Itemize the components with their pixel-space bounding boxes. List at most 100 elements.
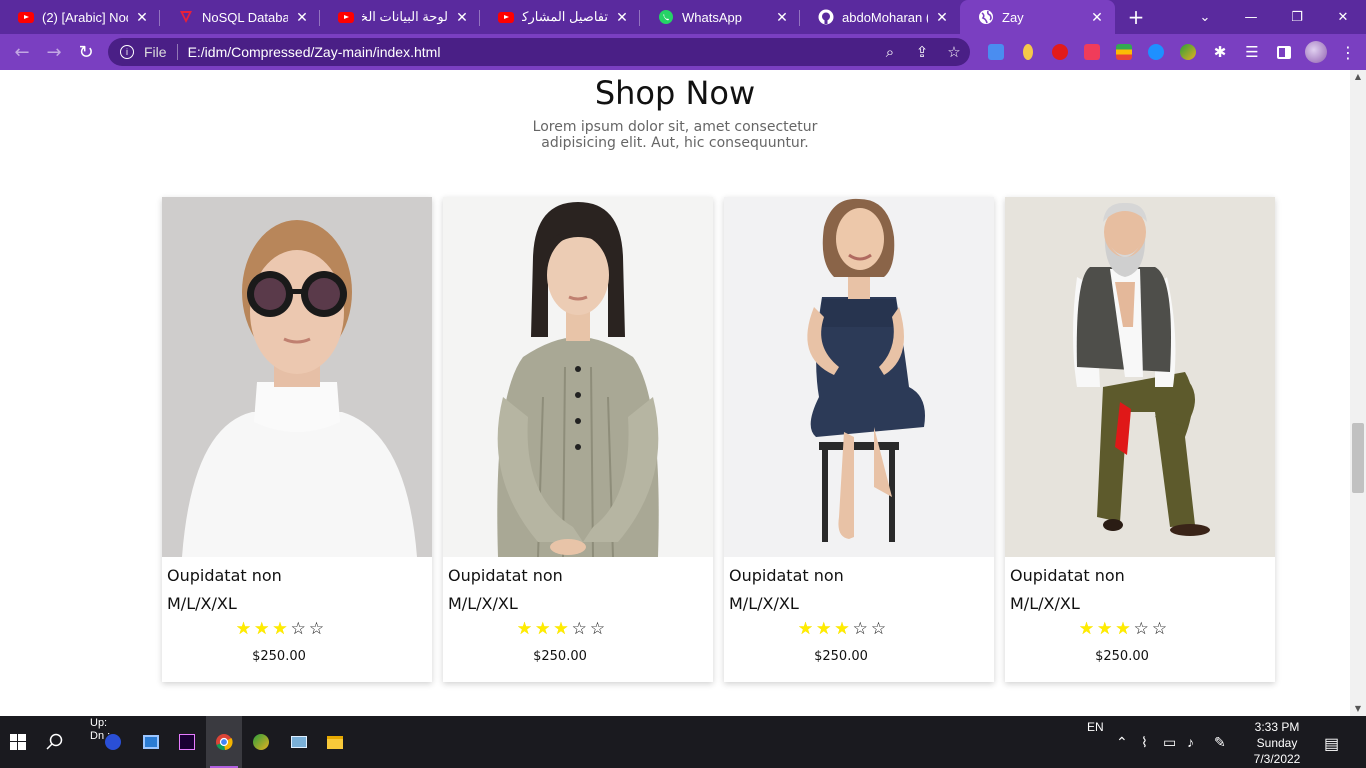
close-icon[interactable]: ✕ [774, 9, 790, 26]
volume-icon[interactable]: ♪ [1187, 734, 1194, 750]
search-icon[interactable] [38, 716, 72, 768]
product-name[interactable]: Oupidatat non [1010, 566, 1125, 585]
reload-button[interactable]: ↻ [70, 36, 102, 68]
rating-stars: ★ ★ ★ ☆ ☆ [1005, 621, 1275, 638]
taskbar-app-vpn-icon[interactable] [98, 716, 128, 768]
play-extension-icon[interactable] [1140, 34, 1172, 70]
scrollbar-thumb[interactable] [1352, 423, 1364, 493]
tab-youtube-node[interactable]: (2) [Arabic] Node ✕ [0, 0, 160, 34]
star-filled-icon: ★ [816, 619, 832, 639]
chevron-up-icon[interactable]: ⌃ [1116, 734, 1128, 751]
menu-kebab-icon[interactable]: ⋮ [1332, 34, 1364, 70]
taskbar-app-remote-desktop-icon[interactable] [284, 716, 314, 768]
product-image-woman-denim-dress[interactable] [724, 197, 994, 557]
side-panel-icon[interactable] [1268, 34, 1300, 70]
star-filled-icon: ★ [516, 619, 533, 639]
product-grid: Oupidatat non M/L/X/XL ★ ★ ★ ☆ ☆ $250.00 [162, 197, 1275, 682]
taskbar-app-outlook-icon[interactable] [136, 716, 166, 768]
product-sizes: M/L/X/XL [167, 594, 237, 613]
tab-title: abdoMoharan (al [842, 9, 928, 25]
close-icon[interactable]: ✕ [1089, 9, 1105, 26]
zoom-icon[interactable]: ⌕ [874, 44, 906, 61]
globe-icon [978, 9, 994, 25]
close-icon[interactable]: ✕ [934, 9, 950, 26]
product-price: $250.00 [814, 649, 868, 664]
star-filled-icon: ★ [1115, 619, 1131, 639]
profile-avatar[interactable] [1300, 34, 1332, 70]
honey-extension-icon[interactable] [1012, 34, 1044, 70]
taskbar-app-file-explorer-icon[interactable] [320, 716, 350, 768]
product-price: $250.00 [1095, 649, 1149, 664]
product-sizes: M/L/X/XL [1010, 594, 1080, 613]
info-icon[interactable]: i [120, 45, 134, 59]
battery-icon[interactable]: ▭ [1163, 734, 1176, 751]
tab-dashboard[interactable]: لوحة البيانات الخاص ✕ [320, 0, 480, 34]
system-clock[interactable]: 3:33 PM Sunday 7/3/2022 [1242, 719, 1312, 767]
forward-button[interactable]: → [38, 36, 70, 68]
product-image-woman-grey-dress[interactable] [443, 197, 713, 557]
product-name[interactable]: Oupidatat non [448, 566, 563, 585]
restore-button[interactable]: ❐ [1274, 0, 1320, 34]
page-scrollbar[interactable]: ▲ ▼ [1350, 70, 1366, 716]
scroll-up-arrow-icon[interactable]: ▲ [1350, 70, 1366, 84]
taskbar-app-premiere-icon[interactable] [172, 716, 202, 768]
puzzle-extensions-icon[interactable]: ✱ [1204, 34, 1236, 70]
close-icon[interactable]: ✕ [134, 9, 150, 26]
grid-extension-icon[interactable] [1076, 34, 1108, 70]
tab-nosql[interactable]: NoSQL Databases ✕ [160, 0, 320, 34]
tab-title: NoSQL Databases [202, 9, 288, 25]
taskbar-app-chrome-icon[interactable] [206, 716, 242, 768]
chevron-down-icon[interactable]: ⌄ [1182, 0, 1228, 34]
product-card[interactable]: Oupidatat non M/L/X/XL ★ ★ ★ ☆ ☆ $250.00 [443, 197, 713, 682]
url-text[interactable]: E:/idm/Compressed/Zay-main/index.html [188, 44, 874, 60]
star-empty-icon: ☆ [1151, 619, 1168, 639]
star-empty-icon: ☆ [589, 619, 606, 639]
star-filled-icon: ★ [535, 619, 551, 639]
windows-start-button[interactable] [0, 716, 36, 768]
product-card[interactable]: Oupidatat non M/L/X/XL ★ ★ ★ ☆ ☆ $250.00 [1005, 197, 1275, 682]
adblock-extension-icon[interactable] [1044, 34, 1076, 70]
notification-icon[interactable]: ▤ [1324, 734, 1339, 754]
address-bar[interactable]: i File E:/idm/Compressed/Zay-main/index.… [108, 38, 970, 66]
media-playlist-icon[interactable]: ☰ [1236, 34, 1268, 70]
star-empty-icon: ☆ [852, 619, 868, 639]
product-card[interactable]: Oupidatat non M/L/X/XL ★ ★ ★ ☆ ☆ $250.00 [724, 197, 994, 682]
star-filled-icon: ★ [272, 619, 288, 639]
tab-share-details[interactable]: تفاصيل المشاركة - ✕ [480, 0, 640, 34]
bookmark-star-icon[interactable]: ☆ [938, 43, 970, 61]
close-window-button[interactable]: ✕ [1320, 0, 1366, 34]
product-price: $250.00 [252, 649, 306, 664]
tab-title: (2) [Arabic] Node [42, 9, 128, 25]
product-image-old-man-yoga[interactable] [1005, 197, 1275, 557]
tab-zay[interactable]: Zay ✕ [960, 0, 1115, 34]
scroll-down-arrow-icon[interactable]: ▼ [1350, 702, 1366, 716]
tab-github[interactable]: abdoMoharan (al ✕ [800, 0, 960, 34]
star-empty-icon: ☆ [1133, 619, 1149, 639]
share-icon[interactable]: ⇪ [906, 43, 938, 61]
product-name[interactable]: Oupidatat non [167, 566, 282, 585]
youtube-icon [338, 9, 354, 25]
pen-icon[interactable]: ✎ [1214, 734, 1226, 751]
taskbar-app-idm-icon[interactable] [246, 716, 276, 768]
wifi-icon[interactable]: ⌇ [1141, 734, 1148, 751]
star-empty-icon: ☆ [571, 619, 587, 639]
rating-stars: ★ ★ ★ ☆ ☆ [724, 621, 994, 638]
idm-extension-icon[interactable] [1172, 34, 1204, 70]
back-button[interactable]: ← [6, 36, 38, 68]
close-icon[interactable]: ✕ [454, 9, 470, 26]
input-language-indicator[interactable]: EN [1087, 720, 1104, 734]
tab-whatsapp[interactable]: WhatsApp ✕ [640, 0, 800, 34]
star-empty-icon: ☆ [308, 619, 325, 639]
new-tab-button[interactable]: + [1121, 0, 1151, 34]
minimize-button[interactable]: — [1228, 0, 1274, 34]
close-icon[interactable]: ✕ [294, 9, 310, 26]
scheme-label: File [144, 44, 167, 60]
star-empty-icon: ☆ [290, 619, 306, 639]
product-image-woman-sunglasses[interactable] [162, 197, 432, 557]
product-card[interactable]: Oupidatat non M/L/X/XL ★ ★ ★ ☆ ☆ $250.00 [162, 197, 432, 682]
triangle-logo-icon [178, 9, 194, 25]
translate-extension-icon[interactable] [980, 34, 1012, 70]
product-name[interactable]: Oupidatat non [729, 566, 844, 585]
sheets-extension-icon[interactable] [1108, 34, 1140, 70]
close-icon[interactable]: ✕ [614, 9, 630, 26]
